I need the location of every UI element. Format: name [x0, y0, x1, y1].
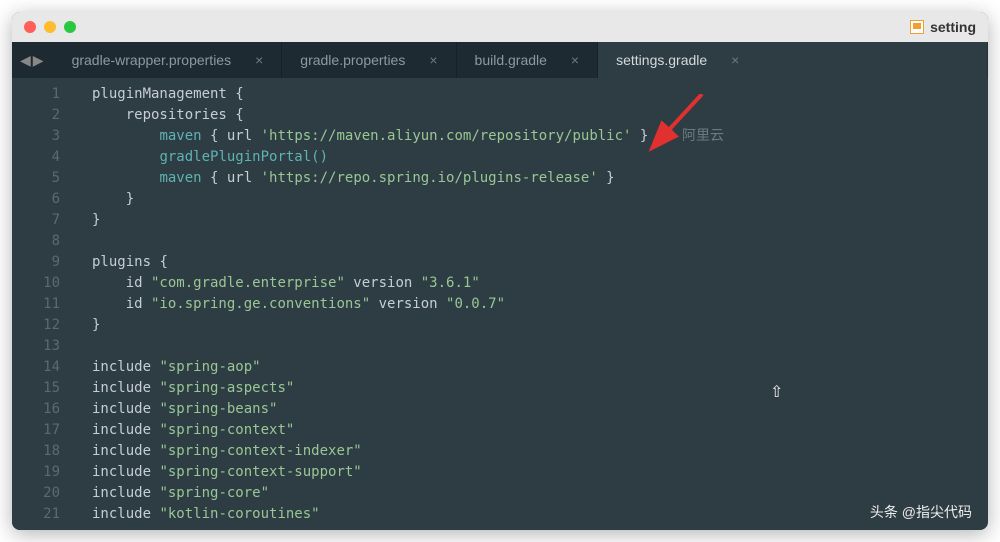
code-line: include "spring-beans": [92, 399, 988, 420]
line-number: 18: [12, 441, 60, 462]
tab-gradle-wrapper-properties[interactable]: gradle-wrapper.properties ×: [54, 42, 283, 78]
line-number: 19: [12, 462, 60, 483]
close-icon[interactable]: ×: [727, 52, 743, 68]
maximize-window-button[interactable]: [64, 21, 76, 33]
line-number: 11: [12, 294, 60, 315]
code-line: }: [92, 210, 988, 231]
window-title: setting: [910, 19, 976, 35]
code-line: include "spring-context-indexer": [92, 441, 988, 462]
code-line: maven { url 'https://maven.aliyun.com/re…: [92, 126, 988, 147]
code-line: include "spring-aspects": [92, 378, 988, 399]
nav-forward-button[interactable]: ▶: [33, 52, 44, 69]
line-number: 8: [12, 231, 60, 252]
line-number: 15: [12, 378, 60, 399]
code-line: gradlePluginPortal(): [92, 147, 988, 168]
code-line: include "spring-context": [92, 420, 988, 441]
code-line: [92, 231, 988, 252]
tab-build-gradle[interactable]: build.gradle ×: [457, 42, 599, 78]
cursor-icon: ⇧: [770, 382, 783, 402]
window-title-text: setting: [930, 19, 976, 35]
close-icon[interactable]: ×: [251, 52, 267, 68]
nav-back-button[interactable]: ◀: [20, 52, 31, 69]
line-number: 16: [12, 399, 60, 420]
code-line: id "com.gradle.enterprise" version "3.6.…: [92, 273, 988, 294]
line-number: 2: [12, 105, 60, 126]
tab-label: settings.gradle: [616, 52, 707, 68]
minimize-window-button[interactable]: [44, 21, 56, 33]
code-content[interactable]: pluginManagement { repositories { maven …: [72, 78, 988, 530]
code-line: repositories {: [92, 105, 988, 126]
code-line: maven { url 'https://repo.spring.io/plug…: [92, 168, 988, 189]
tab-gradle-properties[interactable]: gradle.properties ×: [282, 42, 456, 78]
line-number: 5: [12, 168, 60, 189]
code-line: id "io.spring.ge.conventions" version "0…: [92, 294, 988, 315]
close-icon[interactable]: ×: [425, 52, 441, 68]
line-number: 3: [12, 126, 60, 147]
line-number: 1: [12, 84, 60, 105]
tab-label: gradle.properties: [300, 52, 405, 68]
line-number: 17: [12, 420, 60, 441]
tab-settings-gradle[interactable]: settings.gradle ×: [598, 42, 988, 78]
line-number: 13: [12, 336, 60, 357]
close-icon[interactable]: ×: [567, 52, 583, 68]
traffic-lights: [24, 21, 76, 33]
tab-bar: ◀ ▶ gradle-wrapper.properties×gradle.pro…: [12, 42, 988, 78]
line-number: 9: [12, 252, 60, 273]
line-number: 21: [12, 504, 60, 525]
tab-label: build.gradle: [475, 52, 547, 68]
line-number: 7: [12, 210, 60, 231]
code-line: }: [92, 189, 988, 210]
code-editor[interactable]: 123456789101112131415161718192021 plugin…: [12, 78, 988, 530]
code-line: plugins {: [92, 252, 988, 273]
watermark-text: 头条 @指尖代码: [870, 502, 972, 522]
code-line: [92, 336, 988, 357]
code-line: pluginManagement {: [92, 84, 988, 105]
line-number: 10: [12, 273, 60, 294]
tab-label: gradle-wrapper.properties: [72, 52, 232, 68]
editor-window: setting ◀ ▶ gradle-wrapper.properties×gr…: [12, 12, 988, 530]
file-icon: [910, 20, 924, 34]
code-line: include "spring-aop": [92, 357, 988, 378]
line-number: 20: [12, 483, 60, 504]
line-number: 4: [12, 147, 60, 168]
close-window-button[interactable]: [24, 21, 36, 33]
code-line: include "spring-core": [92, 483, 988, 504]
line-number: 14: [12, 357, 60, 378]
titlebar: setting: [12, 12, 988, 42]
nav-arrows: ◀ ▶: [20, 52, 44, 69]
code-line: }: [92, 315, 988, 336]
code-line: include "spring-context-support": [92, 462, 988, 483]
line-gutter: 123456789101112131415161718192021: [12, 78, 72, 530]
code-line: include "kotlin-coroutines": [92, 504, 988, 525]
line-number: 6: [12, 189, 60, 210]
line-number: 12: [12, 315, 60, 336]
